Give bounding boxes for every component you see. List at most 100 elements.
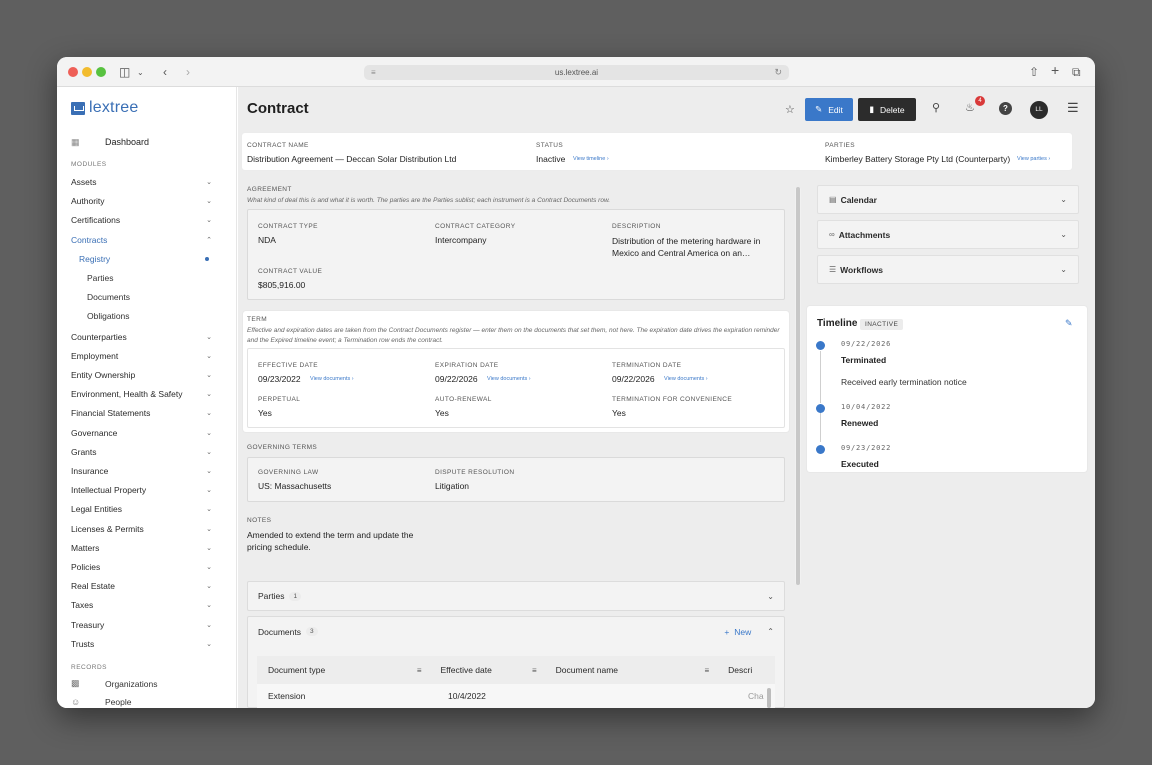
column-header-document-name[interactable]: Document name ≡	[545, 656, 718, 684]
column-header-effective-date[interactable]: Effective date ≡	[430, 656, 545, 684]
sidebar-item-contracts[interactable]: Contracts ⌃	[71, 233, 212, 246]
chevron-down-icon: ⌄	[206, 371, 212, 379]
sidebar-item-financial-statements[interactable]: Financial Statements ⌄	[71, 407, 212, 420]
back-arrow-icon[interactable]: ‹	[163, 64, 167, 80]
minimize-window-button[interactable]	[82, 67, 92, 77]
sidebar-item-authority[interactable]: Authority ⌄	[71, 194, 212, 207]
view-documents-link[interactable]: View documents ›	[310, 376, 354, 382]
main-scrollbar-thumb[interactable]	[796, 187, 800, 585]
sidebar-item-taxes[interactable]: Taxes ⌄	[71, 599, 212, 612]
reader-icon[interactable]: ≡	[371, 65, 376, 80]
sidebar-item-label: Certifications	[71, 214, 121, 225]
user-avatar[interactable]: LL	[1030, 101, 1048, 119]
sidebar-toggle-icon[interactable]: ◫	[119, 64, 130, 80]
sidebar-item-counterparties[interactable]: Counterparties ⌄	[71, 330, 212, 343]
chevron-down-icon: ⌄	[767, 591, 774, 601]
panel-label: Attachments	[838, 229, 891, 240]
sidebar-item-licenses-permits[interactable]: Licenses & Permits ⌄	[71, 522, 212, 535]
filter-icon[interactable]: ≡	[532, 666, 537, 675]
lextree-logo[interactable]: lextree	[71, 99, 138, 116]
checklist-icon: ☰	[829, 265, 837, 274]
attachments-panel[interactable]: ∞ Attachments ⌄	[817, 220, 1079, 249]
term-card: EFFECTIVE DATE 09/23/2022 View documents…	[247, 348, 785, 428]
sidebar-item-label: Dashboard	[105, 137, 150, 147]
parties-accordion[interactable]: Parties 1 ⌄	[247, 581, 785, 611]
edit-button[interactable]: ✎ Edit	[805, 98, 853, 121]
sidebar-item-legal-entities[interactable]: Legal Entities ⌄	[71, 503, 212, 516]
calendar-icon: ▤	[829, 195, 837, 204]
sidebar-item-assets[interactable]: Assets ⌄	[71, 175, 212, 188]
workflows-panel[interactable]: ☰ Workflows ⌄	[817, 255, 1079, 284]
maximize-window-button[interactable]	[96, 67, 106, 77]
sidebar-subitem-obligations[interactable]: Obligations	[87, 311, 130, 321]
column-header-document-type[interactable]: Document type ≡	[257, 656, 430, 684]
sidebar-item-employment[interactable]: Employment ⌄	[71, 349, 212, 362]
url-text: us.lextree.ai	[554, 68, 599, 77]
sidebar-subitem-registry[interactable]: Registry	[79, 254, 110, 264]
view-documents-link[interactable]: View documents ›	[664, 376, 708, 382]
status-label: STATUS	[536, 142, 564, 149]
sidebar-item-real-estate[interactable]: Real Estate ⌄	[71, 580, 212, 593]
close-window-button[interactable]	[68, 67, 78, 77]
delete-button[interactable]: ▮ Delete	[858, 98, 916, 121]
page-title: Contract	[247, 100, 309, 117]
view-parties-link[interactable]: View parties ›	[1017, 156, 1050, 162]
sidebar-item-certifications[interactable]: Certifications ⌄	[71, 213, 212, 226]
sidebar-item-label: Insurance	[71, 465, 109, 476]
agreement-heading: AGREEMENT	[247, 186, 292, 193]
person-icon: ☺	[71, 697, 81, 707]
share-icon[interactable]: ⇧	[1029, 64, 1039, 80]
filter-icon[interactable]: ≡	[705, 666, 710, 675]
sidebar-item-policies[interactable]: Policies ⌄	[71, 560, 212, 573]
records-section-label: RECORDS	[71, 664, 108, 671]
dispute-resolution-label: DISPUTE RESOLUTION	[435, 469, 515, 476]
sidebar-item-label: Legal Entities	[71, 504, 123, 515]
search-icon[interactable]: ⚲	[932, 101, 940, 114]
column-header-description[interactable]: Descri	[717, 656, 775, 684]
table-row[interactable]: Extension 10/4/2022 Cha	[257, 684, 775, 708]
tabs-overview-icon[interactable]: ⧉	[1072, 64, 1081, 80]
sidebar-item-grants[interactable]: Grants ⌄	[71, 445, 212, 458]
view-documents-link[interactable]: View documents ›	[487, 376, 531, 382]
sidebar-item-insurance[interactable]: Insurance ⌄	[71, 464, 212, 477]
reload-icon[interactable]: ↻	[774, 65, 782, 80]
sidebar-subitem-parties[interactable]: Parties	[87, 273, 113, 283]
chevron-down-icon: ⌄	[206, 602, 212, 610]
timeline-connector	[820, 412, 821, 442]
sidebar-item-organizations[interactable]: ▩ Organizations	[71, 678, 157, 689]
sidebar-item-intellectual-property[interactable]: Intellectual Property ⌄	[71, 484, 212, 497]
active-indicator-dot	[205, 257, 209, 261]
table-scrollbar[interactable]	[767, 688, 771, 708]
chevron-down-icon[interactable]: ⌄	[137, 65, 144, 81]
sidebar-item-people[interactable]: ☺ People	[71, 697, 131, 707]
sidebar-item-label: Entity Ownership	[71, 369, 136, 380]
new-document-button[interactable]: + New	[724, 627, 751, 637]
new-tab-icon[interactable]: +	[1051, 62, 1059, 78]
chevron-up-icon[interactable]: ⌃	[767, 627, 774, 636]
sidebar-item-treasury[interactable]: Treasury ⌄	[71, 618, 212, 631]
sidebar-item-environment-health-safety[interactable]: Environment, Health & Safety ⌄	[71, 388, 212, 401]
timeline-event-dot	[816, 445, 825, 454]
contract-name-value: Distribution Agreement — Deccan Solar Di…	[247, 154, 457, 164]
chevron-down-icon: ⌄	[1060, 265, 1067, 274]
menu-icon[interactable]: ☰	[1067, 100, 1079, 116]
sidebar-item-matters[interactable]: Matters ⌄	[71, 541, 212, 554]
view-timeline-link[interactable]: View timeline ›	[573, 156, 609, 162]
pencil-icon[interactable]: ✎	[1065, 318, 1073, 329]
chevron-down-icon: ⌄	[206, 352, 212, 360]
chevron-down-icon: ⌄	[206, 640, 212, 648]
bell-icon[interactable]: ♨	[965, 101, 975, 114]
documents-accordion-label[interactable]: Documents	[258, 627, 301, 637]
filter-icon[interactable]: ≡	[417, 666, 422, 675]
sidebar-item-dashboard[interactable]: ▦ Dashboard	[71, 135, 221, 149]
forward-arrow-icon[interactable]: ›	[186, 64, 190, 80]
sidebar-item-trusts[interactable]: Trusts ⌄	[71, 637, 212, 650]
term-description: Effective and expiration dates are taken…	[247, 327, 780, 344]
sidebar-item-entity-ownership[interactable]: Entity Ownership ⌄	[71, 368, 212, 381]
sidebar-subitem-documents[interactable]: Documents	[87, 292, 130, 302]
star-icon[interactable]: ☆	[785, 103, 795, 116]
address-bar[interactable]: ≡ us.lextree.ai ↻	[364, 65, 789, 80]
calendar-panel[interactable]: ▤ Calendar ⌄	[817, 185, 1079, 214]
help-icon[interactable]: ?	[999, 102, 1012, 115]
sidebar-item-governance[interactable]: Governance ⌄	[71, 426, 212, 439]
